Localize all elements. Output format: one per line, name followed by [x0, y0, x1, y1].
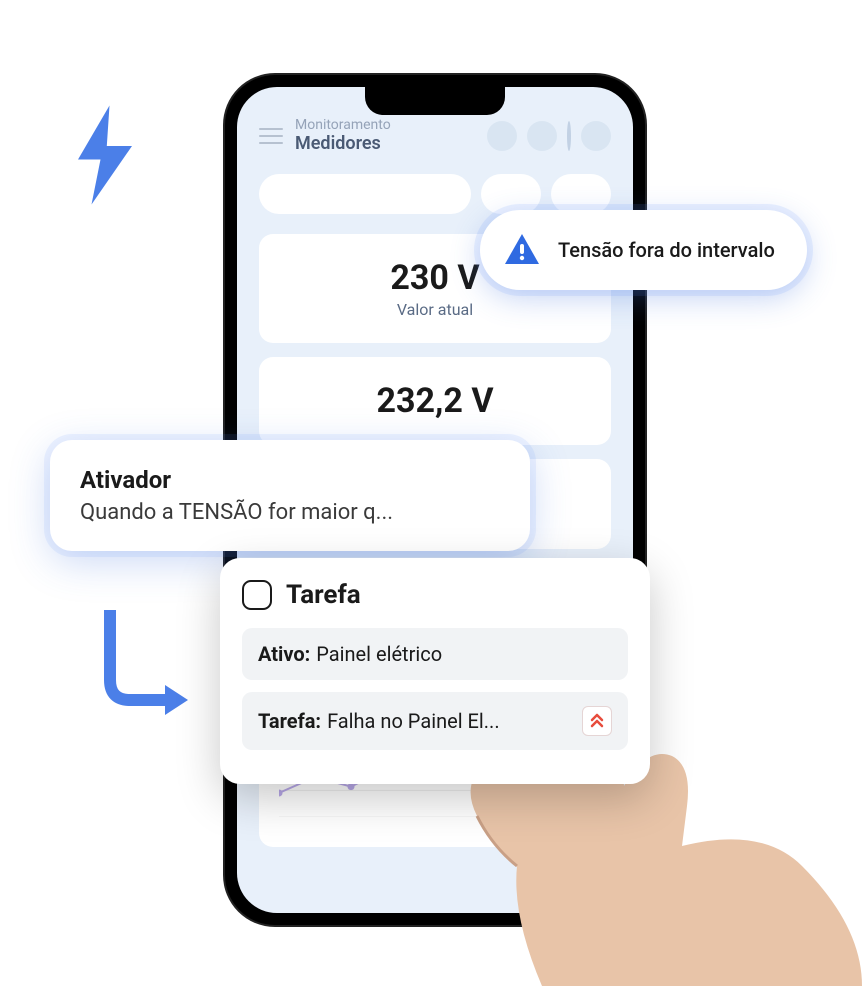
- task-name-label: Tarefa:: [258, 709, 321, 733]
- trigger-card[interactable]: Ativador Quando a TENSÃO for maior q...: [50, 440, 530, 551]
- header-action-4[interactable]: [581, 121, 611, 151]
- metric-secondary-value: 232,2 V: [283, 381, 587, 421]
- filter-pill-2[interactable]: [481, 174, 541, 214]
- filter-pill-1[interactable]: [259, 174, 471, 214]
- task-card[interactable]: Tarefa Ativo: Painel elétrico Tarefa: Fa…: [220, 558, 650, 784]
- header-supertitle: Monitoramento: [295, 117, 475, 133]
- trigger-title: Ativador: [80, 466, 500, 494]
- alert-toast[interactable]: Tensão fora do intervalo: [480, 210, 807, 290]
- task-asset-row[interactable]: Ativo: Painel elétrico: [242, 628, 628, 680]
- header-action-3[interactable]: [567, 121, 571, 151]
- priority-high-icon: [582, 706, 612, 736]
- alert-triangle-icon: [502, 230, 542, 270]
- phone-notch: [365, 87, 505, 115]
- arrow-down-right-icon: [80, 610, 200, 730]
- task-asset-label: Ativo:: [258, 642, 310, 666]
- metric-card-secondary[interactable]: 232,2 V: [259, 357, 611, 445]
- task-title: Tarefa: [286, 580, 361, 610]
- task-checkbox[interactable]: [242, 580, 272, 610]
- filter-pill-3[interactable]: [551, 174, 611, 214]
- metric-primary-label: Valor atual: [283, 300, 587, 319]
- header-action-2[interactable]: [527, 121, 557, 151]
- lightning-bolt-icon: [60, 100, 150, 210]
- header-title: Medidores: [295, 133, 475, 154]
- header-actions: [487, 121, 611, 151]
- trigger-condition: Quando a TENSÃO for maior q...: [80, 500, 500, 525]
- task-asset-value: Painel elétrico: [316, 642, 612, 666]
- alert-message: Tensão fora do intervalo: [558, 238, 775, 262]
- task-name-row[interactable]: Tarefa: Falha no Painel El...: [242, 692, 628, 750]
- task-name-value: Falha no Painel El...: [327, 709, 574, 733]
- menu-icon[interactable]: [259, 124, 283, 148]
- header-action-1[interactable]: [487, 121, 517, 151]
